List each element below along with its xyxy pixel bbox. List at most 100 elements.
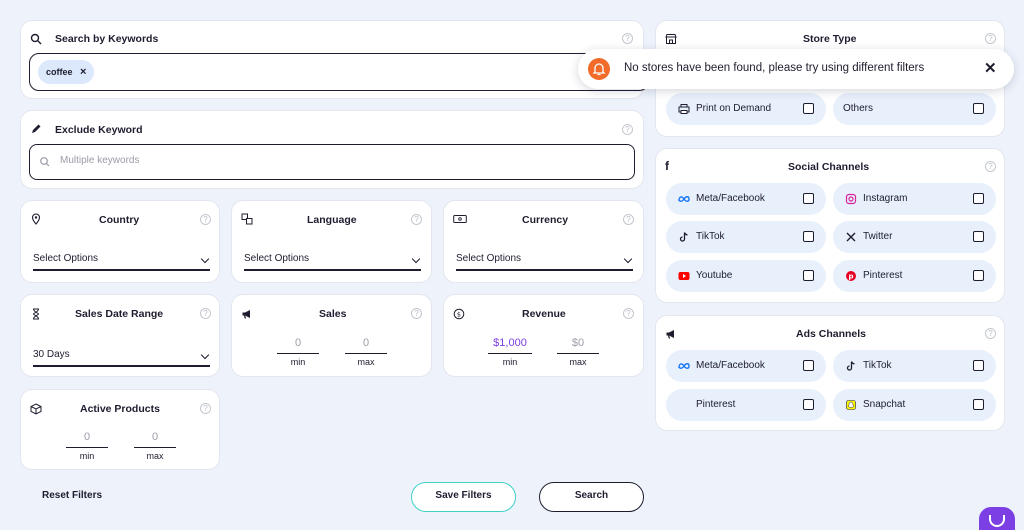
ads-pinterest[interactable]: Pinterest: [666, 389, 826, 421]
language-select-value: Select Options: [244, 253, 310, 264]
store-icon: [665, 33, 677, 45]
help-icon[interactable]: ?: [200, 308, 211, 319]
save-filters-button[interactable]: Save Filters: [411, 482, 516, 512]
ads-snapchat[interactable]: Snapchat: [833, 389, 996, 421]
active-products-min-value: 0: [83, 431, 91, 443]
help-icon[interactable]: ?: [985, 161, 996, 172]
tiktok-icon: [678, 231, 690, 243]
sales-date-range-select[interactable]: 30 Days: [33, 349, 210, 367]
currency-select[interactable]: Select Options: [456, 253, 633, 271]
active-products-max-input[interactable]: 0 max: [134, 431, 176, 461]
keyword-tag-label: coffee: [46, 67, 73, 77]
translate-icon: [241, 213, 253, 225]
country-title: Country: [99, 214, 140, 226]
active-products-card: Active Products ? 0 min 0 max: [20, 389, 220, 470]
youtube-icon: [678, 270, 690, 282]
store-type-label: Print on Demand: [696, 103, 772, 114]
search-keywords-card: Search by Keywords coffee × ?: [20, 20, 649, 99]
keywords-input[interactable]: coffee ×: [29, 53, 649, 91]
help-icon[interactable]: ?: [985, 33, 996, 44]
chevron-down-icon: [623, 254, 633, 264]
social-twitter[interactable]: Twitter: [833, 221, 996, 253]
checkbox[interactable]: [973, 270, 984, 281]
sales-date-range-value: 30 Days: [33, 349, 70, 360]
exclude-keyword-placeholder: Multiple keywords: [60, 155, 140, 166]
social-label: Instagram: [863, 193, 908, 204]
revenue-max-input[interactable]: $0 max: [557, 337, 599, 367]
toast-notification: No stores have been found, please try us…: [578, 49, 1014, 89]
social-meta-facebook[interactable]: Meta/Facebook: [666, 183, 826, 215]
help-icon[interactable]: ?: [411, 214, 422, 225]
chevron-down-icon: [200, 254, 210, 264]
store-type-others[interactable]: Others: [833, 93, 996, 125]
divider: [66, 447, 108, 448]
exclude-keyword-title: Exclude Keyword: [55, 124, 143, 136]
search-icon: [39, 156, 51, 168]
active-products-min-input[interactable]: 0 min: [66, 431, 108, 461]
reset-filters-button[interactable]: Reset Filters: [42, 490, 102, 501]
checkbox[interactable]: [973, 360, 984, 371]
social-instagram[interactable]: Instagram: [833, 183, 996, 215]
social-pinterest[interactable]: p Pinterest: [833, 260, 996, 292]
ads-label: Pinterest: [696, 399, 736, 410]
social-label: Pinterest: [863, 270, 903, 281]
help-icon[interactable]: ?: [623, 308, 634, 319]
sales-max-input[interactable]: 0 max: [345, 337, 387, 367]
checkbox[interactable]: [803, 193, 814, 204]
dollar-circle-icon: $: [453, 308, 465, 320]
remove-tag-button[interactable]: ×: [80, 66, 86, 78]
language-card: Language ? Select Options: [231, 200, 432, 283]
country-select[interactable]: Select Options: [33, 253, 210, 271]
divider: [345, 353, 387, 354]
help-icon[interactable]: ?: [623, 214, 634, 225]
checkbox[interactable]: [803, 103, 814, 114]
active-products-title: Active Products: [80, 403, 160, 415]
checkbox[interactable]: [803, 231, 814, 242]
revenue-max-value: $0: [571, 337, 585, 349]
box-icon: [30, 403, 42, 415]
social-label: Meta/Facebook: [696, 193, 765, 204]
revenue-min-input[interactable]: $1,000 min: [488, 337, 532, 367]
exclude-keyword-input[interactable]: Multiple keywords: [29, 144, 635, 180]
divider: [134, 447, 176, 448]
checkbox[interactable]: [973, 399, 984, 410]
sales-min-input[interactable]: 0 min: [277, 337, 319, 367]
ads-tiktok[interactable]: TikTok: [833, 350, 996, 382]
help-icon[interactable]: ?: [200, 403, 211, 414]
help-icon[interactable]: ?: [622, 33, 633, 44]
social-youtube[interactable]: Youtube: [666, 260, 826, 292]
banknote-icon: [453, 213, 467, 225]
ads-label: TikTok: [863, 360, 892, 371]
ads-channels-title: Ads Channels: [796, 328, 867, 340]
max-label: max: [357, 357, 375, 367]
checkbox[interactable]: [803, 270, 814, 281]
checkbox[interactable]: [973, 231, 984, 242]
ads-meta-facebook[interactable]: Meta/Facebook: [666, 350, 826, 382]
search-button[interactable]: Search: [539, 482, 644, 512]
social-label: TikTok: [696, 231, 725, 242]
location-pin-icon: [30, 213, 42, 225]
social-tiktok[interactable]: TikTok: [666, 221, 826, 253]
help-icon[interactable]: ?: [985, 328, 996, 339]
megaphone-icon: [241, 308, 253, 320]
alert-bell-icon: [588, 58, 610, 80]
exclude-keyword-card: Exclude Keyword ? Multiple keywords: [20, 110, 644, 189]
help-icon[interactable]: ?: [411, 308, 422, 319]
ads-label: Snapchat: [863, 399, 906, 410]
sales-card: Sales ? 0 min 0 max: [231, 294, 432, 377]
chat-launcher-button[interactable]: [979, 507, 1015, 530]
search-icon: [30, 33, 42, 45]
sales-max-value: 0: [362, 337, 370, 349]
checkbox[interactable]: [803, 399, 814, 410]
language-select[interactable]: Select Options: [244, 253, 421, 271]
checkbox[interactable]: [973, 103, 984, 114]
country-select-value: Select Options: [33, 253, 99, 264]
help-icon[interactable]: ?: [200, 214, 211, 225]
help-icon[interactable]: ?: [622, 124, 633, 135]
ads-label: Meta/Facebook: [696, 360, 765, 371]
checkbox[interactable]: [803, 360, 814, 371]
currency-card: Currency ? Select Options: [443, 200, 644, 283]
checkbox[interactable]: [973, 193, 984, 204]
close-icon[interactable]: ✕: [984, 59, 997, 77]
store-type-print-on-demand[interactable]: Print on Demand: [666, 93, 826, 125]
